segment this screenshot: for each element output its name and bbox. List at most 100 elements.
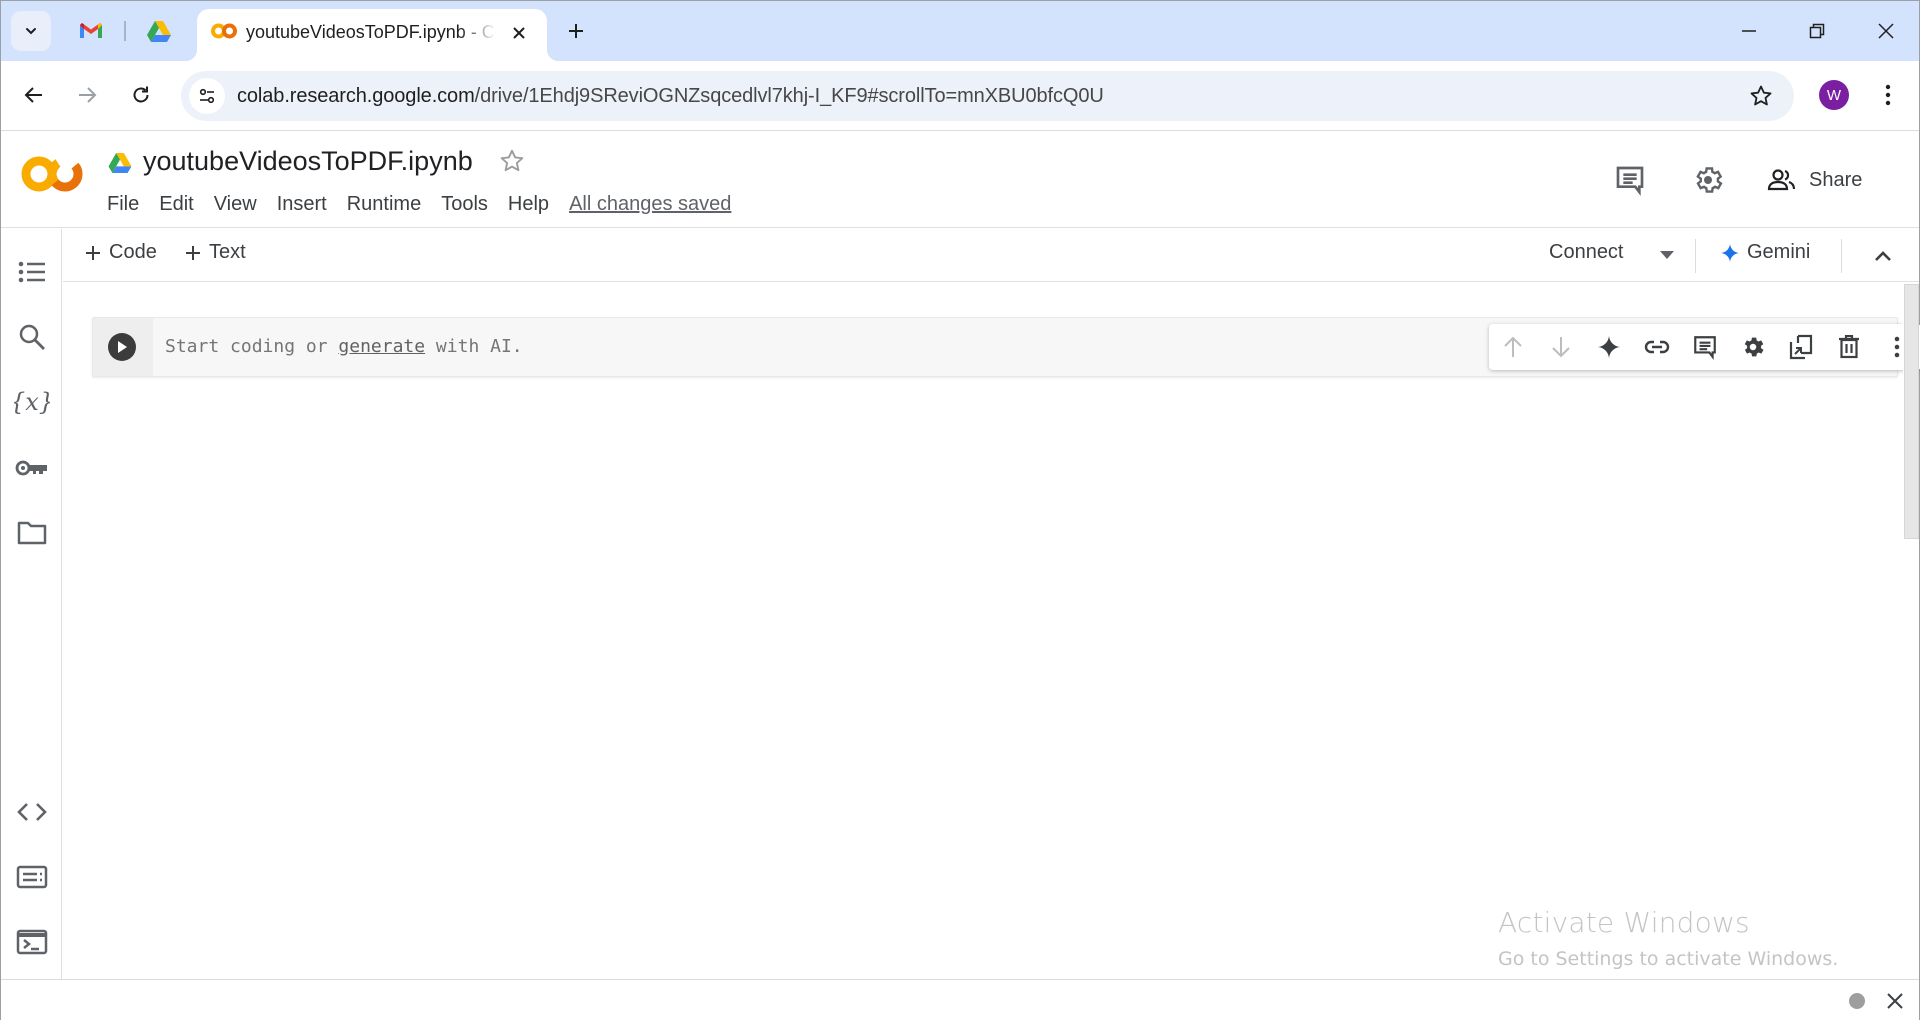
share-label: Share — [1809, 168, 1863, 191]
add-text-cell-button[interactable]: Text — [185, 241, 246, 264]
find-replace-button[interactable] — [13, 318, 51, 356]
add-comment-button[interactable] — [1691, 333, 1719, 361]
save-status[interactable]: All changes saved — [569, 193, 731, 216]
colab-logo-icon — [21, 156, 83, 192]
scrollbar-thumb[interactable] — [1904, 284, 1919, 539]
menu-file[interactable]: File — [107, 193, 149, 216]
toolbar-divider — [1695, 239, 1696, 273]
window-close-button[interactable] — [1863, 9, 1909, 53]
move-cell-up-button[interactable] — [1499, 333, 1527, 361]
run-cell-button[interactable] — [108, 333, 136, 361]
minimize-icon — [1742, 30, 1756, 32]
mirror-cell-button[interactable] — [1787, 333, 1815, 361]
star-notebook-button[interactable] — [499, 148, 525, 179]
toolbar-divider — [1841, 239, 1842, 273]
variables-button[interactable]: {x} — [13, 383, 51, 421]
colab-header: youtubeVideosToPDF.ipynb File Edit View … — [1, 132, 1919, 228]
settings-button[interactable] — [1688, 160, 1728, 200]
chevron-down-icon — [26, 28, 36, 35]
folder-icon — [17, 521, 47, 545]
activate-windows-subtitle: Go to Settings to activate Windows. — [1498, 948, 1839, 970]
back-button[interactable] — [16, 77, 52, 113]
play-icon — [118, 341, 127, 353]
command-palette-button[interactable] — [13, 858, 51, 896]
connect-dropdown-button[interactable] — [1655, 243, 1679, 267]
add-text-label: Text — [209, 241, 246, 263]
notebook-title[interactable]: youtubeVideosToPDF.ipynb — [143, 146, 473, 177]
tab-separator — [124, 21, 126, 41]
tab-colab[interactable]: youtubeVideosToPDF.ipynb - Colab — [185, 9, 559, 61]
comment-icon — [1694, 336, 1716, 360]
cell-editor[interactable]: Start coding or generate with AI. — [165, 336, 523, 357]
code-icon — [17, 803, 47, 821]
variables-icon: {x} — [14, 388, 50, 416]
search-icon — [19, 324, 45, 350]
star-outline-icon — [1750, 85, 1772, 106]
move-cell-down-button[interactable] — [1547, 333, 1575, 361]
close-icon — [513, 27, 525, 39]
code-cell[interactable]: Start coding or generate with AI. — [92, 317, 1920, 377]
menu-insert[interactable]: Insert — [277, 193, 337, 216]
spark-icon — [1598, 336, 1620, 358]
code-snippets-button[interactable] — [13, 793, 51, 831]
share-button[interactable]: Share — [1767, 160, 1862, 200]
browser-window: youtubeVideosToPDF.ipynb - Colab — [0, 0, 1920, 1020]
colab-logo[interactable] — [21, 154, 83, 199]
restore-button[interactable] — [1794, 9, 1840, 53]
svg-text:{x}: {x} — [14, 388, 50, 416]
cell-actions-toolbar — [1489, 324, 1920, 370]
gear-icon — [1744, 337, 1764, 357]
menu-runtime[interactable]: Runtime — [347, 193, 431, 216]
bookmark-button[interactable] — [1748, 83, 1774, 109]
profile-avatar[interactable]: W — [1819, 80, 1849, 110]
pinned-tab-drive[interactable] — [143, 15, 175, 47]
tab-close-button[interactable] — [507, 21, 531, 45]
url-text[interactable]: colab.research.google.com/drive/1Ehdj9SR… — [237, 85, 1104, 108]
gemini-label: Gemini — [1747, 241, 1811, 263]
new-tab-button[interactable] — [561, 16, 591, 46]
menu-tools[interactable]: Tools — [441, 193, 498, 216]
mirror-cell-icon — [1789, 334, 1813, 360]
gemini-spark-icon — [1721, 243, 1739, 262]
generate-link[interactable]: generate — [338, 336, 425, 357]
comment-icon — [1616, 166, 1644, 196]
reload-icon — [133, 86, 149, 103]
terminal-button[interactable] — [13, 923, 51, 961]
status-indicator[interactable] — [1849, 993, 1865, 1009]
activate-windows-title: Activate Windows — [1498, 906, 1750, 939]
reload-button[interactable] — [123, 77, 159, 113]
plus-icon — [86, 245, 100, 260]
menu-view[interactable]: View — [214, 193, 267, 216]
forward-button[interactable] — [69, 77, 105, 113]
gemini-cell-button[interactable] — [1595, 333, 1623, 361]
chevron-up-icon — [1875, 251, 1891, 261]
tab-search-button[interactable] — [11, 11, 51, 51]
placeholder-text: with AI. — [425, 336, 523, 357]
chrome-menu-button[interactable] — [1873, 80, 1903, 110]
cell-settings-button[interactable] — [1739, 333, 1767, 361]
status-close-button[interactable] — [1884, 990, 1906, 1012]
colab-icon — [211, 22, 237, 45]
connect-button[interactable]: Connect — [1549, 241, 1624, 264]
star-outline-icon — [500, 149, 524, 172]
delete-cell-button[interactable] — [1835, 333, 1863, 361]
secrets-button[interactable] — [13, 449, 51, 487]
menu-edit[interactable]: Edit — [159, 193, 203, 216]
table-of-contents-button[interactable] — [13, 253, 51, 291]
comments-button[interactable] — [1610, 160, 1650, 200]
site-info-button[interactable] — [189, 78, 225, 114]
gear-icon — [1696, 167, 1723, 193]
more-vert-icon — [1885, 84, 1891, 106]
menu-help[interactable]: Help — [508, 193, 559, 216]
pinned-tab-gmail[interactable] — [75, 15, 107, 47]
tab-title: youtubeVideosToPDF.ipynb - Colab — [246, 22, 496, 42]
drive-icon[interactable] — [108, 152, 132, 178]
link-to-cell-button[interactable] — [1643, 333, 1671, 361]
add-code-label: Code — [109, 241, 157, 263]
gemini-button[interactable]: Gemini — [1721, 241, 1810, 264]
address-bar[interactable]: colab.research.google.com/drive/1Ehdj9SR… — [181, 71, 1794, 121]
collapse-header-button[interactable] — [1869, 242, 1897, 270]
add-code-cell-button[interactable]: Code — [85, 241, 157, 264]
minimize-button[interactable] — [1726, 9, 1772, 53]
files-button[interactable] — [13, 514, 51, 552]
